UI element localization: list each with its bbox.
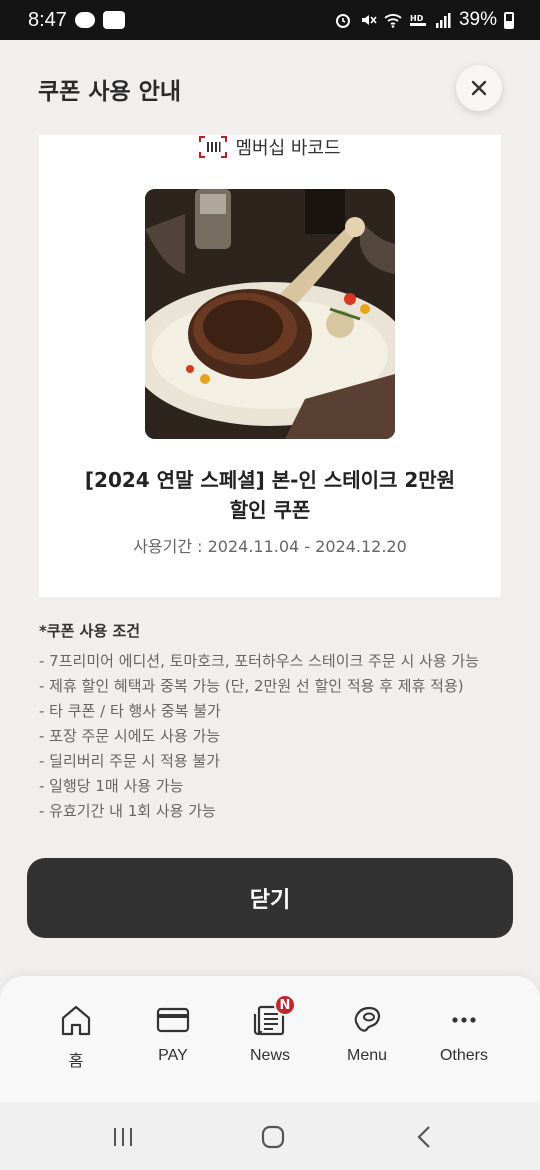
news-icon: N <box>252 994 296 1038</box>
coupon-period: 사용기간 : 2024.11.04 - 2024.12.20 <box>133 537 407 556</box>
home-system-button[interactable] <box>258 1124 288 1150</box>
barcode-icon <box>199 136 228 158</box>
page-title: 쿠폰 사용 안내 <box>38 79 181 105</box>
status-right: HD 39% <box>334 9 514 31</box>
steak-photo <box>145 189 395 439</box>
back-button[interactable] <box>410 1124 440 1150</box>
nav-item-pay[interactable]: PAY <box>123 976 223 1102</box>
nav-label-menu: Menu <box>346 1047 388 1064</box>
nav-label-pay: PAY <box>158 1047 188 1064</box>
modal-header: 쿠폰 사용 안내 <box>0 40 540 135</box>
condition-item: - 7프리미어 에디션, 토마호크, 포터하우스 스테이크 주문 시 사용 가능 <box>39 652 480 670</box>
system-navigation-bar <box>0 1102 540 1170</box>
nav-label-news: News <box>249 1047 290 1064</box>
home-icon <box>58 1002 94 1038</box>
status-time: 8:47 <box>28 8 67 31</box>
nav-item-news[interactable]: N News <box>220 976 320 1102</box>
condition-item: - 유효기간 내 1회 사용 가능 <box>39 802 216 820</box>
barcode-label: 멤버십 바코드 <box>235 138 341 159</box>
wifi-icon <box>384 11 402 29</box>
conditions-title: *쿠폰 사용 조건 <box>39 622 141 640</box>
status-bar: 8:47 HD 39% <box>0 0 540 40</box>
nav-item-home[interactable]: 홈 <box>26 976 126 1102</box>
news-badge: N <box>274 994 296 1016</box>
condition-item: - 타 쿠폰 / 타 행사 중복 불가 <box>39 702 221 720</box>
recent-apps-icon <box>114 1128 132 1146</box>
coupon-conditions: *쿠폰 사용 조건 - 7프리미어 에디션, 토마호크, 포터하우스 스테이크 … <box>39 620 509 824</box>
nav-item-menu[interactable]: Menu <box>317 976 417 1102</box>
coupon-title: [2024 연말 스페셜] 본-인 스테이크 2만원 할인 쿠폰 <box>59 465 481 525</box>
condition-item: - 포장 주문 시에도 사용 가능 <box>39 727 221 745</box>
close-modal-button[interactable]: 닫기 <box>27 858 513 938</box>
bottom-nav: 홈 PAY N News Menu Others <box>0 976 540 1102</box>
coupon-title-line2: 할인 쿠폰 <box>229 498 311 522</box>
condition-item: - 딜리버리 주문 시 적용 불가 <box>39 752 221 770</box>
condition-item: - 일행당 1매 사용 가능 <box>39 777 184 795</box>
more-icon <box>446 1002 482 1038</box>
back-icon <box>417 1126 430 1148</box>
battery-icon <box>504 11 514 29</box>
battery-percent: 39% <box>458 9 497 30</box>
close-icon <box>471 80 487 96</box>
cloud-app-icon <box>74 12 95 28</box>
app-notification-icon <box>102 11 125 29</box>
recent-apps-button[interactable] <box>108 1124 138 1150</box>
card-icon <box>155 1002 191 1038</box>
nav-item-others[interactable]: Others <box>414 976 514 1102</box>
hd-voice-icon: HD <box>409 11 427 29</box>
condition-item: - 제휴 할인 혜택과 중복 가능 (단, 2만원 선 할인 적용 후 제휴 적… <box>39 677 464 695</box>
coupon-title-line1: [2024 연말 스페셜] 본-인 스테이크 2만원 <box>84 468 456 492</box>
home-circle-icon <box>261 1125 285 1149</box>
status-left: 8:47 <box>28 9 125 32</box>
nav-label-home: 홈 <box>68 1053 84 1070</box>
coupon-card: 멤버십 바코드 [2024 연말 스페셜] 본-인 스테이크 2만원 할인 쿠폰… <box>39 135 501 597</box>
nav-label-others: Others <box>439 1047 488 1064</box>
alarm-icon <box>334 11 352 29</box>
steak-icon <box>349 1002 385 1038</box>
svg-text:HD: HD <box>410 14 424 23</box>
signal-icon <box>434 11 452 29</box>
close-button[interactable] <box>456 65 502 111</box>
membership-barcode-link[interactable]: 멤버십 바코드 <box>39 135 501 159</box>
mute-icon <box>359 11 377 29</box>
